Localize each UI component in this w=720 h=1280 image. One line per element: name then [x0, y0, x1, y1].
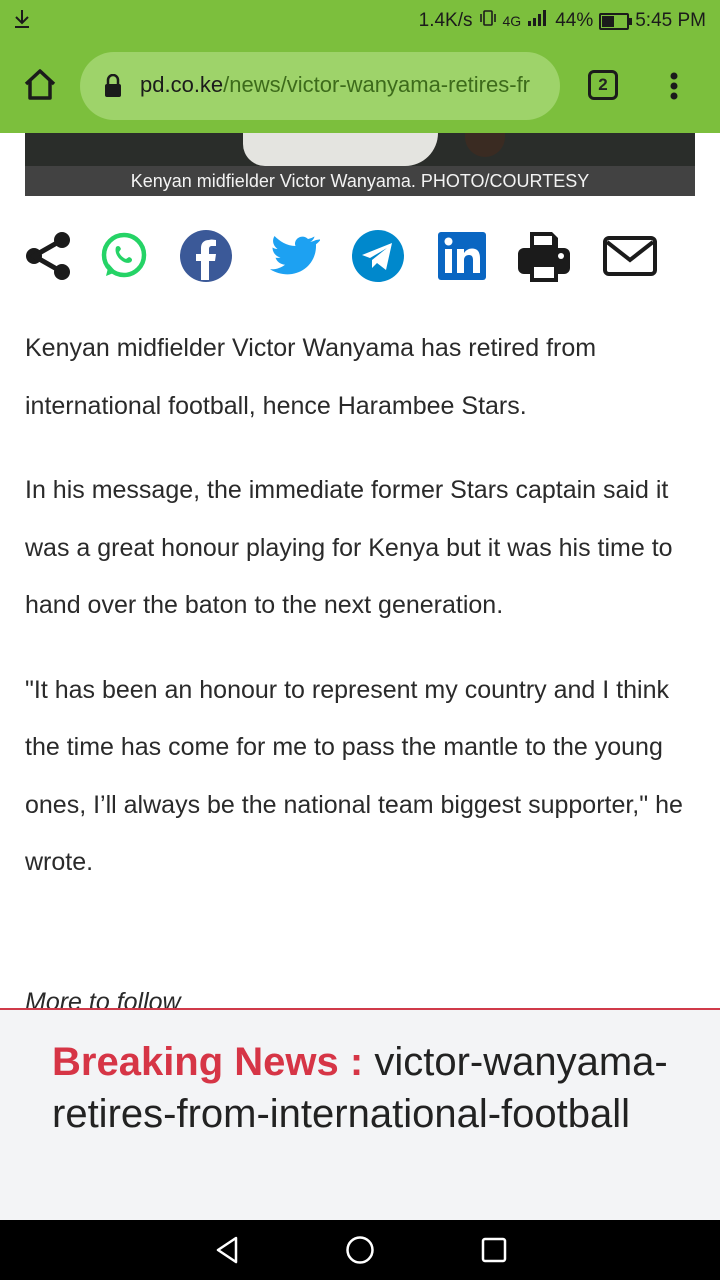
url-path: /news/victor-wanyama-retires-fr	[223, 72, 531, 97]
home-icon[interactable]	[18, 62, 62, 106]
browser-toolbar: pd.co.ke/news/victor-wanyama-retires-fr …	[0, 52, 720, 122]
email-icon[interactable]	[602, 228, 658, 284]
status-bar: 1.4K/s 4G 44% 5:45 PM	[0, 0, 720, 40]
battery-percent: 44%	[555, 10, 594, 31]
url-domain: pd.co.ke	[140, 72, 224, 97]
facebook-icon[interactable]	[178, 228, 234, 284]
linkedin-icon[interactable]	[434, 228, 490, 284]
breaking-news-banner[interactable]: Breaking News : victor-wanyama-retires-f…	[0, 1008, 720, 1220]
lock-icon	[104, 73, 122, 98]
article-paragraph: "It has been an honour to represent my c…	[25, 675, 683, 877]
share-icon[interactable]	[22, 228, 78, 284]
vibrate-icon	[479, 9, 497, 33]
signal-icon	[527, 9, 549, 33]
download-icon	[12, 8, 32, 36]
breaking-news-label: Breaking News :	[52, 1040, 364, 1084]
image-caption: Kenyan midfielder Victor Wanyama. PHOTO/…	[25, 166, 695, 196]
url-text[interactable]: pd.co.ke/news/victor-wanyama-retires-fr	[140, 72, 540, 98]
back-icon[interactable]	[212, 1234, 244, 1266]
print-icon[interactable]	[516, 228, 572, 284]
address-bar[interactable]: pd.co.ke/news/victor-wanyama-retires-fr	[80, 52, 560, 120]
article-paragraph: In his message, the immediate former Sta…	[25, 476, 673, 619]
tab-switcher-button[interactable]: 2	[588, 70, 618, 100]
network-speed: 1.4K/s	[418, 10, 473, 31]
system-nav-bar	[0, 1220, 720, 1280]
article-image: Kenyan midfielder Victor Wanyama. PHOTO/…	[25, 133, 695, 196]
article-body: Kenyan midfielder Victor Wanyama has ret…	[25, 320, 697, 919]
share-row	[22, 228, 672, 288]
network-type: 4G	[502, 13, 522, 29]
clock: 5:45 PM	[635, 10, 706, 31]
recents-icon[interactable]	[478, 1234, 510, 1266]
breaking-news-text: Breaking News : victor-wanyama-retires-f…	[52, 1036, 672, 1140]
article-paragraph: Kenyan midfielder Victor Wanyama has ret…	[25, 334, 597, 420]
home-nav-icon[interactable]	[344, 1234, 376, 1266]
whatsapp-icon[interactable]	[96, 228, 152, 284]
battery-icon	[599, 12, 633, 30]
overflow-menu-icon[interactable]	[664, 68, 684, 104]
telegram-icon[interactable]	[350, 228, 406, 284]
twitter-icon[interactable]	[264, 228, 321, 284]
